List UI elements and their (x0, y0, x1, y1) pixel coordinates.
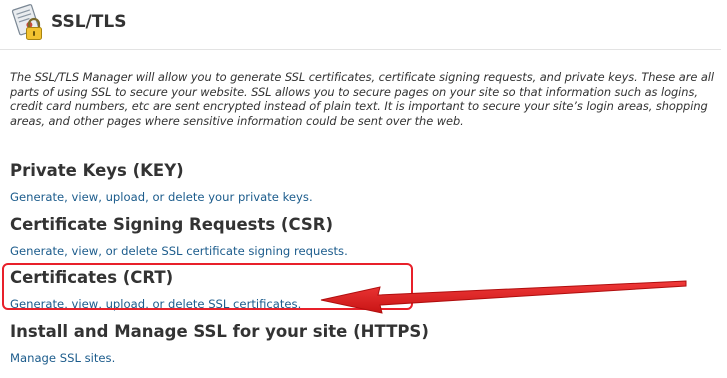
certificates-highlight-box (2, 263, 413, 310)
manage-ssl-sites-link[interactable]: Manage SSL sites. (10, 350, 115, 366)
page-title: SSL/TLS (51, 12, 127, 32)
private-keys-link[interactable]: Generate, view, upload, or delete your p… (10, 189, 313, 205)
lock-certificate-icon (11, 4, 42, 40)
install-manage-ssl-heading: Install and Manage SSL for your site (HT… (10, 322, 429, 341)
intro-description: The SSL/TLS Manager will allow you to ge… (10, 70, 715, 128)
csr-heading: Certificate Signing Requests (CSR) (10, 215, 334, 234)
page-header: SSL/TLS (0, 0, 721, 50)
csr-link[interactable]: Generate, view, or delete SSL certificat… (10, 243, 348, 259)
private-keys-heading: Private Keys (KEY) (10, 161, 184, 180)
